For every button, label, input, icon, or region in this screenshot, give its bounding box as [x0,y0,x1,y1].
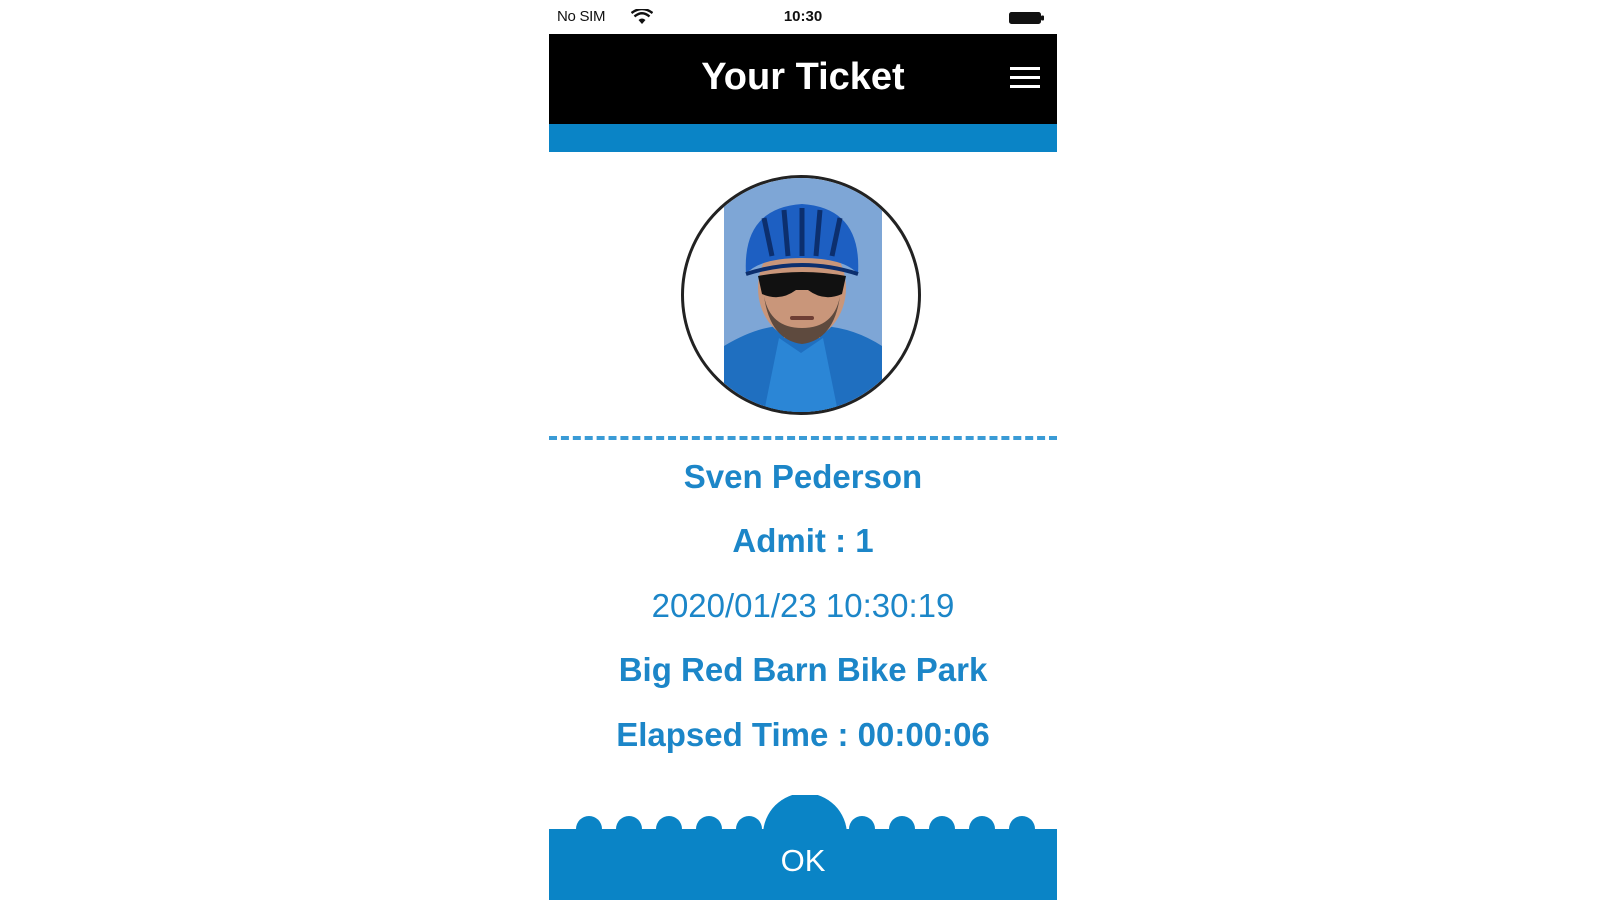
user-avatar [681,175,921,415]
cyclist-portrait-image [724,178,882,412]
header-accent-strip [549,124,1057,152]
venue-name: Big Red Barn Bike Park [618,651,988,688]
status-bar: No SIM 10:30 [549,0,1057,34]
ticket-screen: No SIM 10:30 Your Ticket Sven Pederson A… [549,0,1057,900]
scalloped-ticket-edge [549,793,1057,900]
ok-button[interactable]: OK [549,793,1057,900]
ticket-datetime: 2020/01/23 10:30:19 [651,587,955,624]
ticket-perforation-divider [549,436,1057,440]
page-title: Your Ticket [701,56,905,98]
ticket-holder-name: Sven Pederson [683,458,923,495]
admit-count: Admit : 1 [732,522,874,559]
status-time: 10:30 [783,8,823,25]
battery-icon [1009,12,1044,24]
elapsed-time: Elapsed Time : 00:00:06 [616,716,990,753]
header-bar: Your Ticket [549,34,1057,124]
hamburger-menu-icon[interactable] [1009,64,1041,92]
